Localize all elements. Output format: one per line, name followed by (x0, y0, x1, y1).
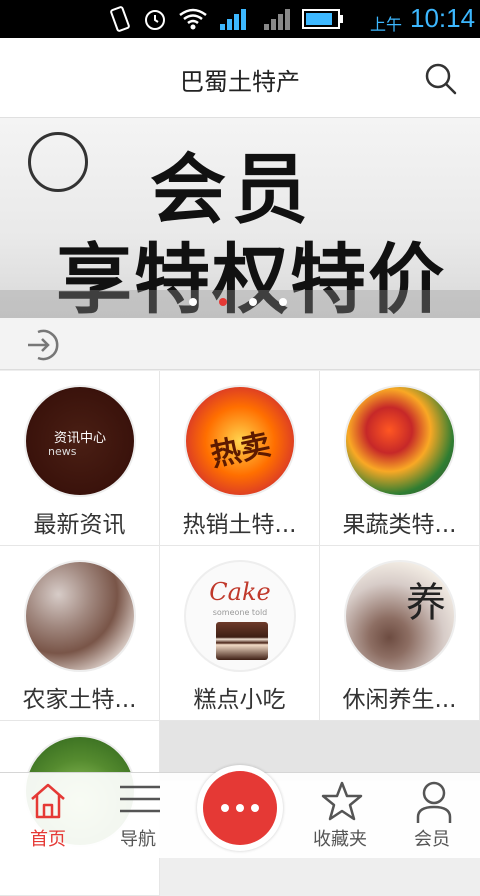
thumbnail-text: 热卖 (207, 427, 274, 474)
alarm-icon (145, 10, 165, 30)
category-label: 休闲养生... (342, 687, 457, 713)
farm-produce-thumbnail (24, 560, 136, 672)
category-item[interactable]: 农家土特... (0, 546, 160, 721)
login-icon[interactable] (24, 326, 62, 364)
promo-banner[interactable]: 会员 享特权特价 (0, 118, 480, 318)
wifi-icon (179, 8, 207, 30)
status-clock: 10:14 (410, 3, 476, 33)
thumbnail-subtext: news (48, 445, 77, 458)
category-item[interactable]: Cake someone told 糕点小吃 (160, 546, 320, 721)
category-item[interactable]: 养 休闲养生... (320, 546, 480, 721)
more-button[interactable] (197, 765, 283, 851)
thumbnail-text: Cake (209, 578, 271, 606)
tab-label: 收藏夹 (313, 829, 367, 850)
news-thumbnail: 资讯中心 news (24, 385, 136, 497)
tab-home[interactable]: 首页 (0, 773, 96, 859)
login-bar (0, 318, 480, 370)
thumbnail-text: 养 (406, 580, 446, 626)
thumbnail-text: 资讯中心 (53, 431, 106, 446)
status-ampm: 上午 (370, 15, 403, 34)
more-icon (203, 771, 277, 845)
category-label: 最新资讯 (33, 512, 126, 538)
thumbnail-subtext: someone told (212, 608, 268, 617)
page-title: 巴蜀土特产 (180, 68, 300, 96)
home-icon (31, 783, 65, 819)
category-item[interactable]: 热卖 热销土特... (160, 371, 320, 546)
vibrate-icon (110, 6, 130, 32)
category-label: 果蔬类特... (342, 512, 457, 538)
star-icon (321, 781, 363, 821)
banner-pagination (189, 298, 287, 306)
user-icon (416, 781, 452, 823)
banner-dot-active[interactable] (219, 298, 227, 306)
search-icon[interactable] (424, 62, 458, 96)
tab-label: 导航 (120, 829, 156, 850)
fruit-vegetable-thumbnail (344, 385, 456, 497)
category-item[interactable]: 果蔬类特... (320, 371, 480, 546)
cake-slice (216, 622, 268, 660)
wellness-thumbnail: 养 (344, 560, 456, 672)
app-header: 巴蜀土特产 (0, 38, 480, 118)
tab-member[interactable]: 会员 (384, 773, 480, 859)
banner-dot[interactable] (189, 298, 197, 306)
tab-favorites[interactable]: 收藏夹 (292, 773, 388, 859)
banner-logo (28, 132, 88, 192)
cake-thumbnail: Cake someone told (184, 560, 296, 672)
category-label: 农家土特... (22, 687, 137, 713)
hot-sale-thumbnail: 热卖 (184, 385, 296, 497)
battery-icon (302, 9, 343, 29)
tab-label: 首页 (30, 829, 66, 850)
status-icons (108, 6, 344, 32)
category-label: 糕点小吃 (193, 687, 286, 713)
tab-navigation[interactable]: 导航 (90, 773, 186, 859)
category-item[interactable]: 资讯中心 news 最新资讯 (0, 371, 160, 546)
signal-2-icon (264, 9, 290, 30)
category-label: 热销土特... (182, 512, 297, 538)
tab-label: 会员 (414, 829, 450, 850)
signal-icon (220, 9, 246, 30)
menu-icon (120, 785, 160, 813)
banner-dot[interactable] (249, 298, 257, 306)
status-bar: 上午 10:14 (0, 0, 480, 38)
banner-dot[interactable] (279, 298, 287, 306)
